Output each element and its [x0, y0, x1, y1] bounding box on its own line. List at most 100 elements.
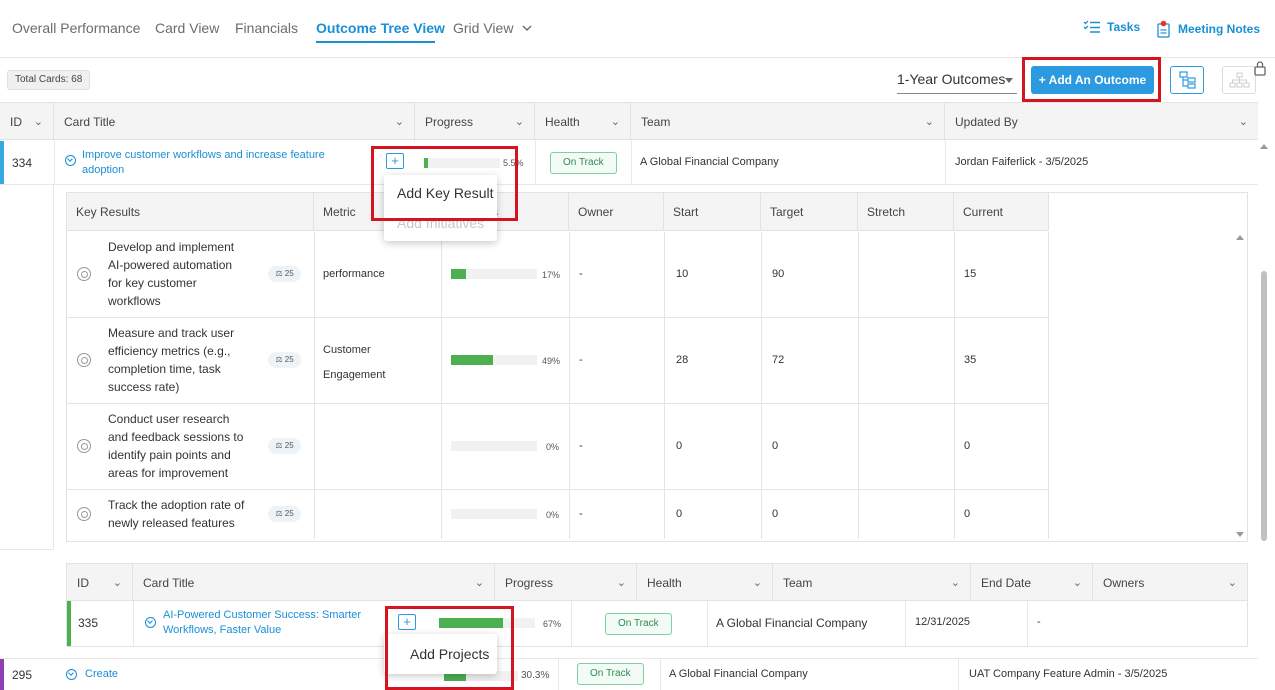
chevron-down-icon: ⌄	[616, 577, 626, 589]
column-divider	[133, 601, 134, 646]
progress-percent: 0%	[546, 510, 560, 520]
tab-financials[interactable]: Financials	[235, 20, 298, 36]
row-card-title[interactable]: Improve customer workflows and increase …	[82, 148, 325, 178]
scroll-up-icon[interactable]	[1260, 144, 1268, 149]
row-card-title-line2: adoption	[82, 164, 125, 176]
project-card-title[interactable]: AI-Powered Customer Success: Smarter Wor…	[163, 608, 361, 638]
pj-col-id-label: ID	[77, 576, 89, 590]
progress-percent: 0%	[546, 442, 560, 452]
org-chart-view-button[interactable]	[1222, 66, 1256, 94]
key-result-title[interactable]: Conduct user research and feedback sessi…	[108, 410, 248, 482]
tab-grid-view-label: Grid View	[453, 20, 514, 36]
key-result-start: 28	[676, 354, 689, 366]
column-divider	[314, 318, 315, 403]
weight-value: 25	[284, 355, 294, 364]
pj-col-owners[interactable]: Owners ⌄	[1093, 564, 1247, 602]
row-updated-by: Jordan Faiferlick - 3/5/2025	[955, 156, 1089, 168]
expand-chevron-icon[interactable]	[145, 617, 156, 628]
tab-overall-performance[interactable]: Overall Performance	[12, 20, 140, 36]
column-divider	[1048, 404, 1049, 489]
project-row[interactable]: 335 AI-Powered Customer Success: Smarter…	[66, 601, 1248, 647]
key-result-title[interactable]: Develop and implement AI-powered automat…	[108, 238, 248, 310]
progress-bar-fill	[451, 355, 493, 365]
column-divider	[664, 232, 665, 317]
key-result-row[interactable]: Track the adoption rate of newly release…	[67, 490, 1049, 539]
kr-col-start: Start	[664, 193, 761, 231]
lock-icon[interactable]	[1253, 60, 1267, 76]
weight-badge: ⚖ 25	[268, 352, 301, 368]
scroll-up-icon[interactable]	[1236, 235, 1244, 240]
column-divider	[569, 232, 570, 317]
column-divider	[858, 490, 859, 539]
key-result-row[interactable]: Conduct user research and feedback sessi…	[67, 404, 1049, 490]
outcome-period-select[interactable]: 1-Year Outcomes	[897, 68, 1017, 94]
project-team: A Global Financial Company	[716, 616, 868, 630]
tab-outcome-tree-view[interactable]: Outcome Tree View	[316, 20, 445, 36]
key-result-title[interactable]: Measure and track user efficiency metric…	[108, 324, 248, 396]
column-divider	[761, 232, 762, 317]
tab-grid-view[interactable]: Grid View	[453, 20, 533, 36]
expanded-area-rail	[0, 185, 54, 550]
weight-badge: ⚖ 25	[268, 266, 301, 282]
meeting-notes-link[interactable]: Meeting Notes	[1156, 20, 1260, 38]
row-color-bar	[0, 141, 4, 184]
tree-view-icon	[1179, 71, 1196, 89]
meeting-notes-label: Meeting Notes	[1178, 22, 1261, 36]
key-results-scrollbar[interactable]	[1235, 231, 1245, 541]
column-header-team[interactable]: Team ⌄	[631, 103, 945, 141]
kr-col-owner: Owner	[569, 193, 664, 231]
column-header-card-title-label: Card Title	[64, 115, 116, 129]
tasks-link[interactable]: Tasks	[1083, 20, 1140, 34]
main-scrollbar[interactable]	[1259, 141, 1269, 690]
highlight-add-projects	[385, 606, 514, 690]
column-header-progress[interactable]: Progress ⌄	[415, 103, 535, 141]
pj-col-id[interactable]: ID ⌄	[67, 564, 133, 602]
key-result-title[interactable]: Track the adoption rate of newly release…	[108, 496, 248, 532]
chevron-down-icon: ⌄	[1227, 577, 1237, 589]
pj-col-health[interactable]: Health ⌄	[637, 564, 773, 602]
column-header-id[interactable]: ID ⌄	[0, 103, 54, 141]
column-divider	[761, 318, 762, 403]
tree-view-toggle-button[interactable]	[1170, 66, 1204, 94]
key-result-current: 0	[964, 508, 971, 520]
tab-card-view[interactable]: Card View	[155, 20, 219, 36]
progress-percent: 17%	[542, 270, 561, 280]
column-divider	[858, 318, 859, 403]
outcome-grid-header: ID ⌄ Card Title ⌄ Progress ⌄ Health ⌄ Team ⌄ …	[0, 102, 1258, 141]
key-result-row[interactable]: Develop and implement AI-powered automat…	[67, 232, 1049, 318]
target-icon	[77, 507, 91, 521]
progress-bar	[451, 509, 537, 519]
column-header-updated-by-label: Updated By	[955, 115, 1018, 129]
pj-col-team[interactable]: Team ⌄	[773, 564, 971, 602]
column-divider	[954, 490, 955, 539]
row-card-title[interactable]: Create	[85, 668, 118, 680]
chevron-down-icon: ⌄	[950, 577, 960, 589]
weight-badge: ⚖ 25	[268, 506, 301, 522]
project-owners: -	[1037, 616, 1041, 628]
column-divider	[858, 404, 859, 489]
column-header-id-label: ID	[10, 115, 22, 129]
progress-percent: 30.3%	[521, 670, 550, 681]
row-id: 334	[12, 156, 33, 170]
project-card-title-line1: AI-Powered Customer Success: Smarter	[163, 609, 362, 621]
table-row[interactable]: 295 Create 30.3% On Track A Global Finan…	[0, 658, 1258, 690]
health-badge: On Track	[577, 663, 644, 685]
key-result-metric: performance	[323, 268, 385, 280]
pj-col-progress[interactable]: Progress ⌄	[495, 564, 637, 602]
scroll-down-icon[interactable]	[1236, 532, 1244, 537]
column-header-updated-by[interactable]: Updated By ⌄	[945, 103, 1258, 141]
column-header-card-title[interactable]: Card Title ⌄	[54, 103, 415, 141]
expand-chevron-icon[interactable]	[66, 669, 77, 680]
row-team: A Global Financial Company	[669, 668, 808, 680]
scrollbar-thumb[interactable]	[1261, 271, 1267, 541]
health-badge: On Track	[605, 613, 672, 635]
key-result-metric: Customer Engagement	[323, 344, 386, 381]
table-row[interactable]: 334 Improve customer workflows and incre…	[0, 141, 1258, 185]
key-result-row[interactable]: Measure and track user efficiency metric…	[67, 318, 1049, 404]
pj-col-card-title[interactable]: Card Title ⌄	[133, 564, 495, 602]
expand-chevron-icon[interactable]	[65, 155, 76, 166]
pj-col-end-date[interactable]: End Date ⌄	[971, 564, 1093, 602]
column-header-health[interactable]: Health ⌄	[535, 103, 631, 141]
chevron-down-icon: ⌄	[112, 577, 122, 589]
column-divider	[660, 659, 661, 690]
